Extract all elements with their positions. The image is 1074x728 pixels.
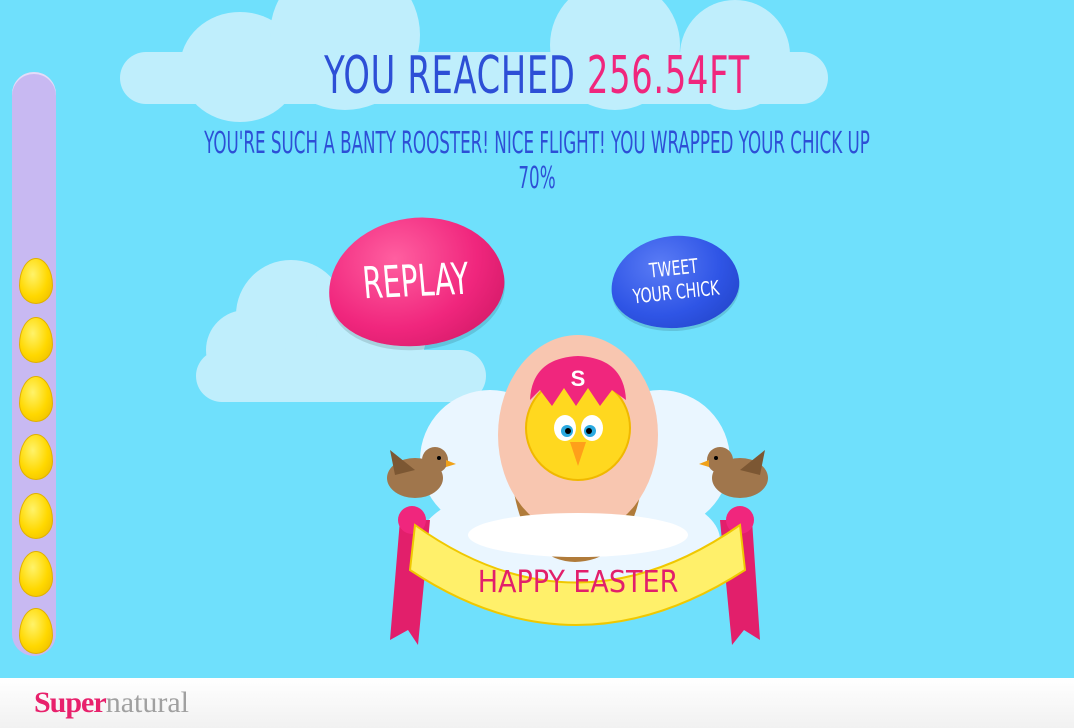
egg-progress-icon: [19, 376, 53, 422]
brand-light: natural: [105, 686, 189, 719]
result-title: YOU REACHED 256.54FT: [150, 46, 923, 106]
replay-label: REPLAY: [360, 253, 472, 310]
bird-right-icon: [699, 447, 768, 498]
egg-progress-icon: [19, 258, 53, 304]
banner-text: HAPPY EASTER: [478, 565, 679, 600]
tweet-your-chick-button[interactable]: TWEET YOUR CHICK: [606, 229, 744, 335]
egg-progress-icon: [19, 608, 53, 654]
result-prefix: YOU REACHED: [324, 46, 576, 106]
footer-bar: Supernatural: [0, 678, 1074, 728]
result-height-value: 256.54FT: [586, 46, 750, 106]
egg-progress-icon: [19, 551, 53, 597]
brand-logo[interactable]: Supernatural: [34, 686, 189, 720]
result-message: YOU'RE SUCH A BANTY ROOSTER! NICE FLIGHT…: [204, 126, 870, 196]
game-canvas: YOU REACHED 256.54FT YOU'RE SUCH A BANTY…: [0, 0, 1074, 678]
brand-strong: Super: [34, 686, 107, 719]
egg-progress-icon: [19, 434, 53, 480]
bird-left-icon: [387, 447, 456, 498]
egg-progress-icon: [19, 317, 53, 363]
egg-progress-icon: [19, 493, 53, 539]
easter-chick-illustration: S HAPPY EASTER: [387, 335, 768, 645]
egg-badge-letter: S: [571, 366, 586, 391]
